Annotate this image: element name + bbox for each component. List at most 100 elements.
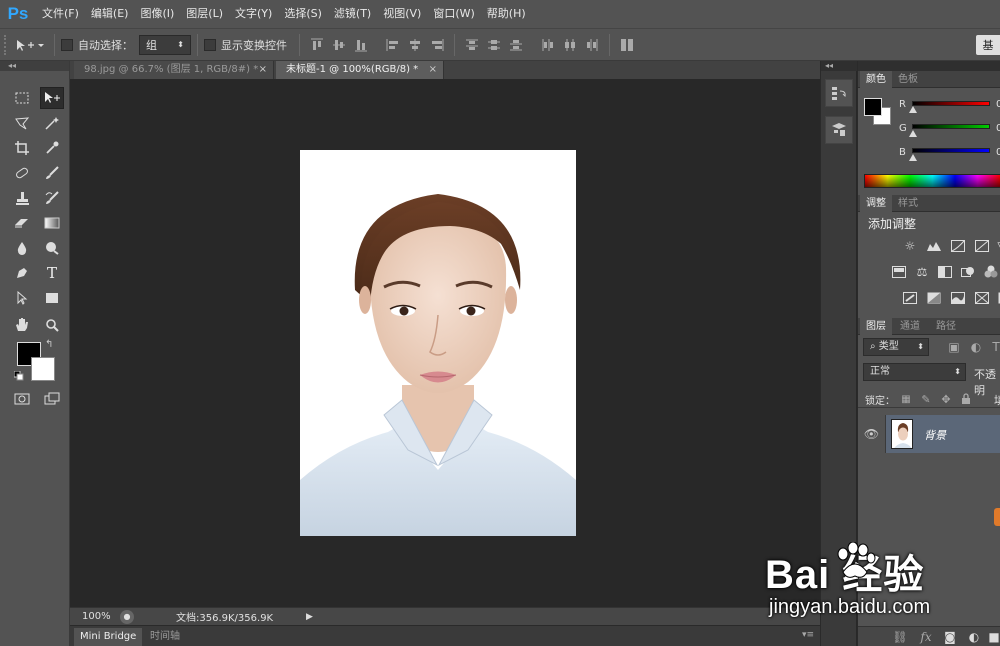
- zoom-level[interactable]: 100%: [70, 611, 120, 622]
- status-info-icon[interactable]: ●: [120, 609, 134, 624]
- properties-panel-icon[interactable]: [825, 116, 853, 144]
- move-tool-preset-icon[interactable]: [12, 36, 46, 54]
- layer-filter-dropdown[interactable]: ⌕ 类型 ⬍: [863, 338, 929, 356]
- color-balance-icon[interactable]: ⚖: [914, 265, 930, 279]
- crop-tool-icon[interactable]: [10, 137, 34, 159]
- menu-type[interactable]: 文字(Y): [229, 0, 278, 28]
- gradient-tool-icon[interactable]: [40, 212, 64, 234]
- default-colors-icon[interactable]: [13, 370, 24, 384]
- brightness-contrast-icon[interactable]: ☼: [902, 239, 918, 253]
- menu-layer[interactable]: 图层(L): [180, 0, 229, 28]
- channel-b-thumb[interactable]: [909, 154, 917, 161]
- panel-menu-icon[interactable]: ▾≡: [802, 630, 814, 640]
- invert-icon[interactable]: [902, 291, 918, 305]
- posterize-icon[interactable]: [926, 291, 942, 305]
- document-tab[interactable]: 98.jpg @ 66.7% (图层 1, RGB/8#) * ×: [74, 61, 274, 79]
- photo-filter-icon[interactable]: [960, 265, 976, 279]
- filter-type-icon[interactable]: T: [988, 340, 1000, 354]
- align-hcenter-icon[interactable]: [406, 36, 424, 54]
- distribute-vcenter-icon[interactable]: [485, 36, 503, 54]
- lock-all-icon[interactable]: [958, 392, 974, 406]
- new-adjustment-layer-icon[interactable]: ◐: [966, 630, 982, 644]
- swap-colors-icon[interactable]: ↰: [45, 339, 53, 350]
- tab-paths[interactable]: 路径: [930, 318, 962, 335]
- dock-collapse-icon[interactable]: ◂◂: [821, 61, 857, 71]
- lock-pixels-icon[interactable]: ✎: [918, 392, 934, 406]
- menu-help[interactable]: 帮助(H): [481, 0, 532, 28]
- hue-saturation-icon[interactable]: [891, 265, 907, 279]
- menu-view[interactable]: 视图(V): [377, 0, 427, 28]
- menu-select[interactable]: 选择(S): [278, 0, 328, 28]
- show-transform-checkbox[interactable]: [204, 38, 216, 51]
- color-spectrum-ramp[interactable]: [864, 174, 1000, 188]
- gradient-map-icon[interactable]: [994, 291, 1000, 305]
- selective-color-icon[interactable]: [974, 291, 990, 305]
- marquee-tool-icon[interactable]: [10, 87, 34, 109]
- auto-select-checkbox[interactable]: [61, 38, 73, 51]
- new-group-icon[interactable]: ■: [986, 630, 1000, 644]
- filter-adjustment-icon[interactable]: ◐: [968, 340, 984, 354]
- hand-tool-icon[interactable]: [10, 314, 34, 336]
- clone-stamp-tool-icon[interactable]: [10, 187, 34, 209]
- color-panel-foreground[interactable]: [864, 98, 882, 116]
- visibility-eye-icon[interactable]: 👁: [858, 415, 886, 453]
- tab-adjustments[interactable]: 调整: [860, 195, 892, 212]
- channel-g-value[interactable]: 0: [996, 123, 1000, 134]
- channel-b-slider[interactable]: [912, 148, 990, 153]
- type-tool-icon[interactable]: T: [40, 262, 64, 284]
- link-layers-icon[interactable]: ⛓: [892, 630, 908, 644]
- levels-icon[interactable]: [926, 239, 942, 253]
- align-top-icon[interactable]: [308, 36, 326, 54]
- quick-mask-icon[interactable]: [10, 388, 34, 410]
- lock-position-icon[interactable]: ✥: [938, 392, 954, 406]
- tab-mini-bridge[interactable]: Mini Bridge: [74, 628, 143, 646]
- dodge-tool-icon[interactable]: [40, 237, 64, 259]
- pen-tool-icon[interactable]: [10, 262, 34, 284]
- background-color-swatch[interactable]: [31, 357, 55, 381]
- history-panel-icon[interactable]: [825, 79, 853, 107]
- brush-tool-icon[interactable]: [40, 162, 64, 184]
- channel-g-slider[interactable]: [912, 124, 990, 129]
- healing-brush-tool-icon[interactable]: [10, 162, 34, 184]
- status-menu-arrow-icon[interactable]: ▶: [306, 612, 313, 622]
- magic-wand-tool-icon[interactable]: [40, 112, 64, 134]
- layer-style-icon[interactable]: fx: [918, 630, 934, 644]
- layer-name[interactable]: 背景: [924, 427, 946, 443]
- tab-swatches[interactable]: 色板: [892, 71, 924, 88]
- zoom-tool-icon[interactable]: [40, 314, 64, 336]
- channel-mixer-icon[interactable]: [983, 265, 999, 279]
- canvas-image-portrait[interactable]: [300, 150, 576, 536]
- tab-channels[interactable]: 通道: [894, 318, 926, 335]
- channel-r-slider[interactable]: [912, 101, 990, 106]
- align-bottom-icon[interactable]: [352, 36, 370, 54]
- options-grip[interactable]: [4, 34, 10, 55]
- eraser-tool-icon[interactable]: [10, 212, 34, 234]
- black-white-icon[interactable]: [937, 265, 953, 279]
- threshold-icon[interactable]: [950, 291, 966, 305]
- channel-b-value[interactable]: 0: [996, 147, 1000, 158]
- menu-filter[interactable]: 滤镜(T): [328, 0, 377, 28]
- exposure-icon[interactable]: [974, 239, 990, 253]
- layer-row[interactable]: 👁 背景: [858, 415, 1000, 453]
- auto-align-icon[interactable]: [618, 36, 636, 54]
- path-selection-tool-icon[interactable]: [10, 287, 34, 309]
- document-tab-active[interactable]: 未标题-1 @ 100%(RGB/8) * ×: [276, 61, 444, 79]
- menu-edit[interactable]: 编辑(E): [85, 0, 135, 28]
- menu-image[interactable]: 图像(I): [134, 0, 180, 28]
- tab-layers[interactable]: 图层: [860, 318, 892, 335]
- align-left-icon[interactable]: [384, 36, 402, 54]
- rectangle-tool-icon[interactable]: [40, 287, 64, 309]
- close-icon[interactable]: ×: [429, 61, 437, 79]
- move-tool-icon[interactable]: [40, 87, 64, 109]
- workspace-button[interactable]: 基: [976, 35, 1000, 55]
- menu-window[interactable]: 窗口(W): [427, 0, 480, 28]
- curves-icon[interactable]: [950, 239, 966, 253]
- distribute-left-icon[interactable]: [539, 36, 557, 54]
- tab-styles[interactable]: 样式: [892, 195, 924, 212]
- history-brush-tool-icon[interactable]: [40, 187, 64, 209]
- tab-color[interactable]: 颜色: [860, 71, 892, 88]
- vibrance-icon[interactable]: ▽: [994, 239, 1000, 253]
- distribute-right-icon[interactable]: [583, 36, 601, 54]
- eyedropper-tool-icon[interactable]: [40, 137, 64, 159]
- filter-pixel-icon[interactable]: ▣: [946, 340, 962, 354]
